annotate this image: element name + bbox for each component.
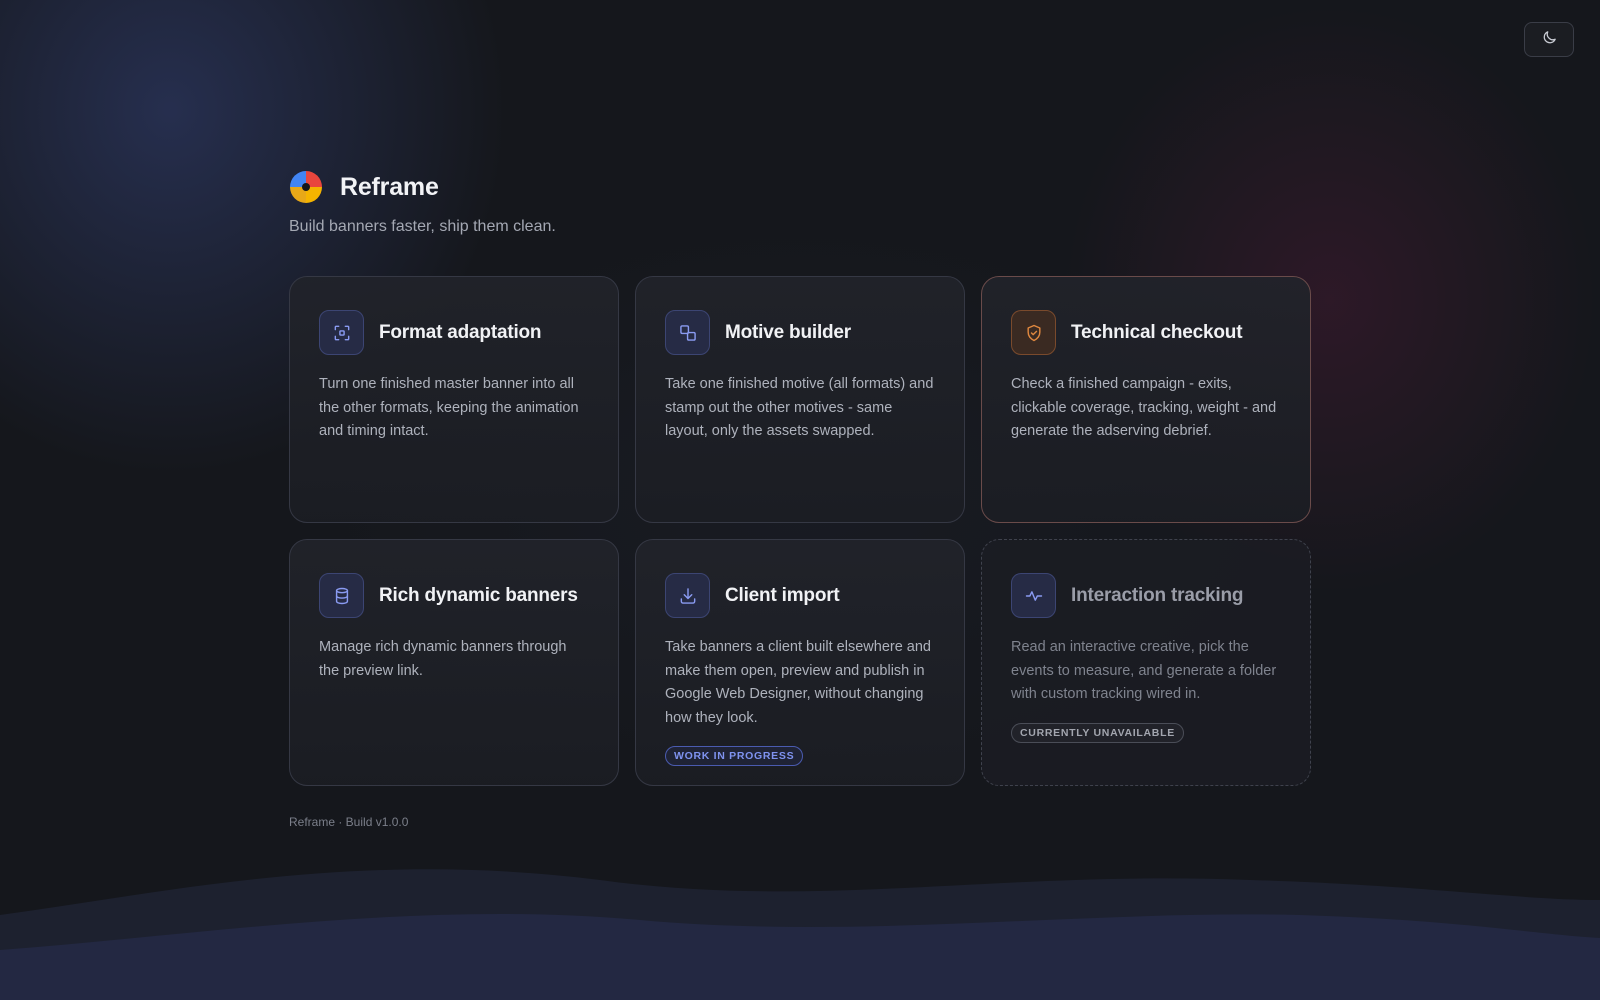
brand: Reframe [289, 170, 556, 204]
card-title: Client import [725, 584, 840, 606]
card-title: Motive builder [725, 321, 851, 343]
card-interaction-tracking: Interaction tracking Read an interactive… [981, 539, 1311, 786]
copy-shapes-icon [665, 310, 710, 355]
theme-toggle-button[interactable] [1524, 22, 1574, 57]
status-badge: CURRENTLY UNAVAILABLE [1011, 722, 1184, 743]
moon-icon [1541, 29, 1558, 51]
card-motive-builder[interactable]: Motive builder Take one finished motive … [635, 276, 965, 523]
card-description: Take banners a client built elsewhere an… [665, 639, 931, 726]
reframe-logo-icon [290, 171, 322, 203]
card-technical-checkout[interactable]: Technical checkout Check a finished camp… [981, 276, 1311, 523]
card-title: Technical checkout [1071, 321, 1243, 343]
card-format-adaptation[interactable]: Format adaptation Turn one finished mast… [289, 276, 619, 523]
tagline: Build banners faster, ship them clean. [289, 218, 556, 235]
card-description: Turn one finished master banner into all… [319, 376, 579, 439]
card-rich-dynamic-banners[interactable]: Rich dynamic banners Manage rich dynamic… [289, 539, 619, 786]
focus-frame-icon [319, 310, 364, 355]
database-icon [319, 573, 364, 618]
card-client-import[interactable]: Client import Take banners a client buil… [635, 539, 965, 786]
card-description: Read an interactive creative, pick the e… [1011, 639, 1277, 702]
app-title: Reframe [340, 172, 439, 201]
card-title: Rich dynamic banners [379, 584, 578, 606]
card-title: Interaction tracking [1071, 584, 1244, 606]
status-badge: WORK IN PROGRESS [665, 746, 804, 766]
card-title: Format adaptation [379, 321, 542, 343]
activity-icon [1011, 573, 1056, 618]
footer-version: Reframe · Build v1.0.0 [289, 815, 409, 829]
card-description: Check a finished campaign - exits, click… [1011, 376, 1277, 439]
page-header: Reframe Build banners faster, ship them … [289, 170, 556, 236]
card-description: Manage rich dynamic banners through the … [319, 639, 567, 679]
background-waves [0, 869, 1600, 1000]
feature-grid: Format adaptation Turn one finished mast… [289, 276, 1311, 786]
shield-check-icon [1011, 310, 1056, 355]
card-description: Take one finished motive (all formats) a… [665, 376, 934, 439]
download-icon [665, 573, 710, 618]
